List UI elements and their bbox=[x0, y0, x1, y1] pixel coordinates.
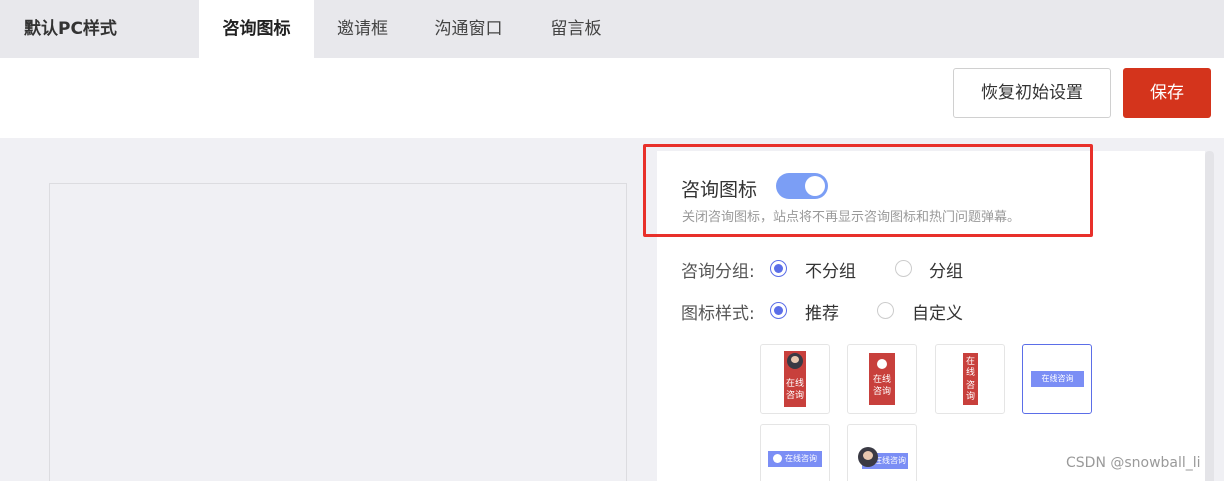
chat-bubble-icon bbox=[773, 454, 782, 463]
consult-icon-toggle[interactable] bbox=[776, 173, 828, 199]
badge-horizontal: 在线咨询 bbox=[1031, 371, 1084, 387]
radio-recommended[interactable] bbox=[770, 302, 787, 319]
icon-style-card-1[interactable]: 在线 咨询 bbox=[760, 344, 830, 414]
watermark: CSDN @snowball_li bbox=[1066, 455, 1201, 471]
icon-style-card-4[interactable]: 在线咨询 bbox=[1022, 344, 1092, 414]
radio-custom-label[interactable]: 自定义 bbox=[912, 299, 963, 324]
icon-style-card-2[interactable]: 在线 咨询 bbox=[847, 344, 917, 414]
badge-text-line1: 在线 bbox=[965, 357, 975, 378]
badge-text-line1: 在线 bbox=[872, 375, 891, 385]
icon-style-card-6[interactable]: 在线咨询 bbox=[847, 424, 917, 481]
panel-scrollbar[interactable] bbox=[1205, 151, 1214, 481]
toggle-knob bbox=[805, 176, 825, 196]
reset-settings-button[interactable]: 恢复初始设置 bbox=[953, 68, 1111, 118]
top-tab-bar: 默认PC样式 咨询图标 邀请框 沟通窗口 留言板 bbox=[0, 0, 1224, 58]
tab-consult-icon[interactable]: 咨询图标 bbox=[199, 0, 314, 58]
badge-vertical: 在线 咨询 bbox=[869, 353, 895, 405]
badge-horizontal: 在线咨询 bbox=[768, 451, 822, 467]
radio-group-label[interactable]: 分组 bbox=[929, 257, 963, 282]
avatar-icon bbox=[858, 447, 878, 467]
badge-text: 在线咨询 bbox=[785, 454, 817, 463]
radio-no-group[interactable] bbox=[770, 260, 787, 277]
chat-bubble-icon bbox=[877, 359, 887, 369]
radio-recommended-label[interactable]: 推荐 bbox=[805, 299, 839, 324]
section-title: 咨询图标 bbox=[681, 179, 758, 201]
tab-chat-window[interactable]: 沟通窗口 bbox=[411, 0, 526, 58]
badge-text-line2: 咨询 bbox=[785, 391, 804, 401]
badge-vertical: 在线 咨询 bbox=[784, 351, 806, 407]
style-row-label: 图标样式: bbox=[681, 304, 755, 324]
radio-custom[interactable] bbox=[877, 302, 894, 319]
radio-group[interactable] bbox=[895, 260, 912, 277]
save-button[interactable]: 保存 bbox=[1123, 68, 1211, 118]
avatar-icon bbox=[787, 353, 803, 369]
badge-text-line2: 咨询 bbox=[872, 387, 891, 397]
badge-text-line1: 在线 bbox=[785, 379, 804, 389]
badge-text-line2: 咨询 bbox=[965, 381, 975, 402]
tab-message-board[interactable]: 留言板 bbox=[526, 0, 626, 58]
brand-title: 默认PC样式 bbox=[24, 19, 117, 39]
icon-style-card-3[interactable]: 在线 咨询 bbox=[935, 344, 1005, 414]
section-description: 关闭咨询图标，站点将不再显示咨询图标和热门问题弹幕。 bbox=[682, 210, 1021, 225]
toolbar: 恢复初始设置 保存 bbox=[0, 58, 1224, 138]
tab-invite-box[interactable]: 邀请框 bbox=[314, 0, 411, 58]
preview-canvas bbox=[49, 183, 627, 481]
group-row-label: 咨询分组: bbox=[681, 262, 755, 282]
radio-no-group-label[interactable]: 不分组 bbox=[805, 257, 856, 282]
badge-vertical: 在线 咨询 bbox=[963, 353, 978, 405]
icon-style-card-5[interactable]: 在线咨询 bbox=[760, 424, 830, 481]
